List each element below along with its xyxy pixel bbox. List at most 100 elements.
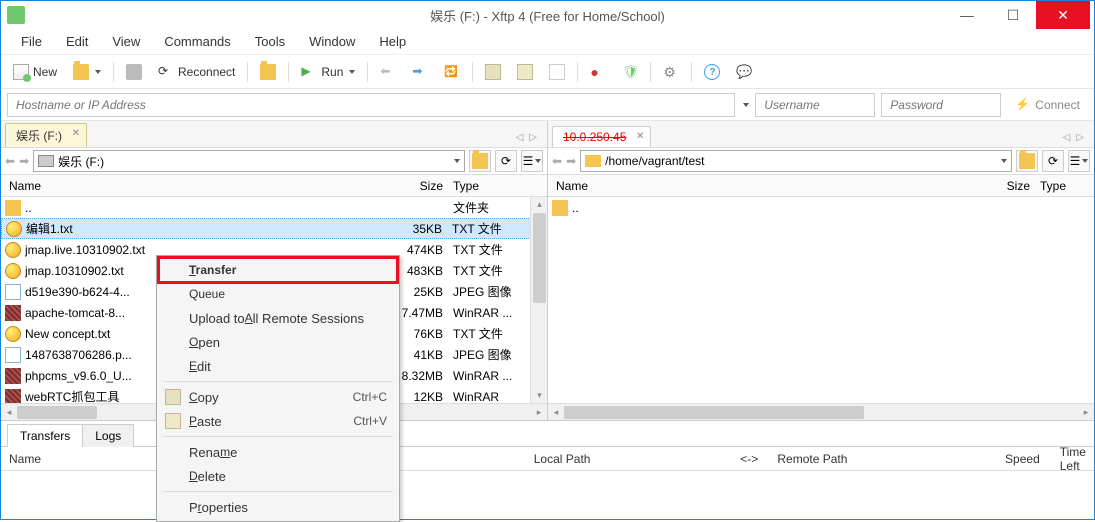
shield-button[interactable] [616, 61, 644, 83]
col-remote-path[interactable]: Remote Path [777, 452, 946, 466]
file-name: .. [572, 201, 1090, 215]
file-row[interactable]: ..文件夹 [1, 197, 547, 218]
menu-paste-shortcut: Ctrl+V [353, 414, 387, 428]
remote-filelist[interactable]: .. [548, 197, 1094, 403]
shield-icon [622, 64, 638, 80]
close-button[interactable]: ✕ [1036, 1, 1090, 29]
menu-paste[interactable]: PasteCtrl+VPaste [159, 409, 397, 433]
folder-up-icon [472, 153, 488, 169]
menu-tools[interactable]: Tools [245, 31, 295, 52]
col-size[interactable]: Size [383, 179, 453, 193]
tab-prev-icon[interactable]: ◁ [1061, 132, 1073, 143]
remote-tab-label: 10.0.250.45 [563, 130, 626, 144]
chevron-down-icon[interactable] [743, 103, 749, 107]
minimize-button[interactable]: — [944, 1, 990, 29]
history-back-icon[interactable]: ⬅ [552, 154, 562, 168]
menu-view[interactable]: View [102, 31, 150, 52]
menu-copy-shortcut: Ctrl+C [353, 390, 387, 404]
file-row[interactable]: 编辑1.txt35KBTXT 文件 [1, 218, 547, 239]
col-name[interactable]: Name [552, 179, 990, 193]
reconnect-chain-button[interactable] [120, 61, 148, 83]
chevron-down-icon [1082, 159, 1088, 163]
list-view-button[interactable]: ☰ [1068, 150, 1090, 172]
menu-queue-label: Queue [189, 287, 225, 301]
hostname-input[interactable] [7, 93, 735, 117]
titlebar: 娱乐 (F:) - Xftp 4 (Free for Home/School) … [1, 1, 1094, 29]
menu-commands[interactable]: Commands [154, 31, 240, 52]
menu-upload-all[interactable]: Upload to All Remote SessionsUpload to A… [159, 306, 397, 330]
col-type[interactable]: Type [453, 179, 543, 193]
col-name[interactable]: Name [5, 179, 383, 193]
drive-icon [38, 155, 54, 167]
connect-button[interactable]: ⚡Connect [1007, 94, 1088, 116]
menu-transfer[interactable]: TTransferransfer [159, 258, 397, 282]
local-pathbar: ⬅ ➡ 娱乐 (F:) ⟳ ☰ [1, 147, 547, 175]
col-type[interactable]: Type [1040, 179, 1090, 193]
open-button[interactable] [67, 61, 107, 83]
menu-rename[interactable]: RenameRename [159, 440, 397, 464]
forward-button[interactable] [406, 61, 434, 83]
col-speed[interactable]: Speed [946, 452, 1040, 466]
local-path-select[interactable]: 娱乐 (F:) [33, 150, 465, 172]
settings-button[interactable] [657, 61, 685, 83]
menu-delete[interactable]: DeleteDelete [159, 464, 397, 488]
sync-button[interactable] [438, 61, 466, 83]
horizontal-scrollbar[interactable]: ◂▸ [548, 403, 1094, 420]
menu-properties[interactable]: PropertiesProperties [159, 495, 397, 519]
history-fwd-icon[interactable]: ➡ [566, 154, 576, 168]
stop-button[interactable] [543, 61, 571, 83]
list-view-button[interactable]: ☰ [521, 150, 543, 172]
file-row[interactable]: .. [548, 197, 1094, 218]
menu-copy[interactable]: CopyCtrl+CCopy [159, 385, 397, 409]
paste-button[interactable] [511, 61, 539, 83]
history-fwd-icon[interactable]: ➡ [19, 154, 29, 168]
help-icon [704, 64, 720, 80]
menu-edit[interactable]: Edit [56, 31, 98, 52]
up-folder-button[interactable] [469, 150, 491, 172]
img-icon [5, 347, 21, 363]
folder-icon [552, 200, 568, 216]
col-time-left[interactable]: Time Left [1040, 445, 1086, 473]
col-size[interactable]: Size [990, 179, 1040, 193]
reconnect-button[interactable]: ⟳Reconnect [152, 61, 241, 83]
copy-button[interactable] [479, 61, 507, 83]
menu-help[interactable]: Help [369, 31, 416, 52]
password-input[interactable] [881, 93, 1001, 117]
refresh-button[interactable]: ⟳ [1042, 150, 1064, 172]
tab-prev-icon[interactable]: ◁ [514, 132, 526, 143]
menu-window[interactable]: Window [299, 31, 365, 52]
txt-icon [5, 326, 21, 342]
browse-button[interactable] [254, 61, 282, 83]
back-button[interactable] [374, 61, 402, 83]
local-tab[interactable]: 娱乐 (F:)✕ [5, 123, 87, 147]
run-button[interactable]: Run [295, 61, 361, 83]
vertical-scrollbar[interactable]: ▴▾ [530, 197, 547, 403]
history-back-icon[interactable]: ⬅ [5, 154, 15, 168]
refresh-button[interactable]: ⟳ [495, 150, 517, 172]
maximize-button[interactable]: ☐ [990, 1, 1036, 29]
tab-next-icon[interactable]: ▷ [527, 132, 539, 143]
tab-logs[interactable]: Logs [82, 424, 134, 447]
help-button[interactable] [698, 61, 726, 83]
remote-tab[interactable]: 10.0.250.45 ✕ [552, 126, 651, 147]
window-title: 娱乐 (F:) - Xftp 4 (Free for Home/School) [1, 6, 1094, 25]
menu-queue[interactable]: Queue [159, 282, 397, 306]
col-local-path[interactable]: Local Path [534, 452, 721, 466]
remote-pathbar: ⬅ ➡ /home/vagrant/test ⟳ ☰ [548, 147, 1094, 175]
up-folder-button[interactable] [1016, 150, 1038, 172]
username-input[interactable] [755, 93, 875, 117]
col-direction[interactable]: <-> [721, 452, 777, 466]
new-button[interactable]: New [7, 61, 63, 83]
menu-open[interactable]: OpenOpen [159, 330, 397, 354]
close-icon[interactable]: ✕ [636, 131, 644, 142]
record-button[interactable] [584, 61, 612, 83]
menu-edit[interactable]: EditEdit [159, 354, 397, 378]
menubar: File Edit View Commands Tools Window Hel… [1, 29, 1094, 55]
remote-path-select[interactable]: /home/vagrant/test [580, 150, 1012, 172]
tab-transfers[interactable]: Transfers [7, 424, 83, 447]
feedback-button[interactable] [730, 61, 758, 83]
close-icon[interactable]: ✕ [72, 128, 80, 139]
local-tabs: 娱乐 (F:)✕ ◁▷ [1, 121, 547, 147]
tab-next-icon[interactable]: ▷ [1074, 132, 1086, 143]
menu-file[interactable]: File [11, 31, 52, 52]
